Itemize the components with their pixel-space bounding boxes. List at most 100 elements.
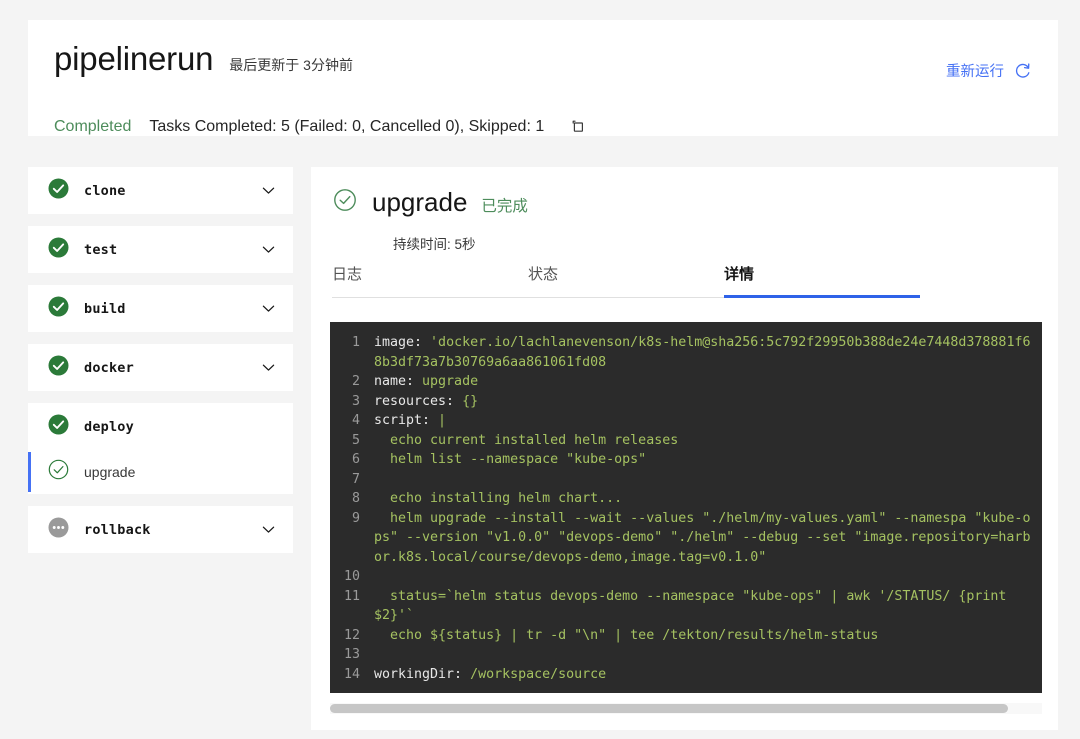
- task-card-clone: clone: [28, 167, 293, 214]
- code-line: 13: [330, 645, 1042, 665]
- code-line-number: 2: [330, 372, 374, 392]
- yaml-code-block[interactable]: 1image: 'docker.io/lachlanevenson/k8s-he…: [330, 322, 1042, 693]
- sidebar-item-label: docker: [84, 360, 134, 376]
- code-line-number: 5: [330, 431, 374, 451]
- sidebar-item-clone[interactable]: clone: [28, 167, 293, 214]
- code-line: 7: [330, 470, 1042, 490]
- code-line-text: script: |: [374, 411, 1042, 431]
- check-filled-icon: [48, 237, 69, 263]
- code-line-text: echo current installed helm releases: [374, 431, 1042, 451]
- sidebar-item-rollback[interactable]: rollback: [28, 506, 293, 553]
- code-hscrollbar-track[interactable]: [330, 703, 1042, 714]
- yaml-key: script:: [374, 413, 430, 428]
- check-filled-icon: [48, 414, 69, 440]
- rerun-button[interactable]: 重新运行: [946, 60, 1032, 81]
- sidebar-item-build[interactable]: build: [28, 285, 293, 332]
- sidebar-item-deploy[interactable]: deploy: [28, 403, 293, 450]
- sidebar-subitem-label: upgrade: [84, 464, 135, 480]
- code-line: 8 echo installing helm chart...: [330, 489, 1042, 509]
- detail-state-text: 已完成: [481, 194, 528, 216]
- code-line-number: 8: [330, 489, 374, 509]
- refresh-icon: [1013, 61, 1032, 80]
- detail-title: upgrade: [372, 187, 467, 218]
- detail-header: upgrade 已完成: [332, 187, 528, 218]
- code-line: 9 helm upgrade --install --wait --values…: [330, 509, 1042, 568]
- check-filled-icon: [48, 355, 69, 381]
- copy-icon[interactable]: [568, 118, 586, 136]
- code-line: 12 echo ${status} | tr -d "\n" | tee /te…: [330, 626, 1042, 646]
- code-line-text: status=`helm status devops-demo --namesp…: [374, 587, 1042, 626]
- sidebar-item-label: deploy: [84, 419, 134, 435]
- page-title: pipelinerun: [54, 42, 213, 75]
- code-line: 1image: 'docker.io/lachlanevenson/k8s-he…: [330, 333, 1042, 372]
- pipelinerun-header-card: pipelinerun 最后更新于 3分钟前 重新运行 Completed Ta…: [28, 20, 1058, 136]
- code-line-text: workingDir: /workspace/source: [374, 665, 1042, 685]
- yaml-key: image:: [374, 335, 422, 350]
- code-line: 10: [330, 567, 1042, 587]
- sidebar-item-label: rollback: [84, 522, 151, 538]
- tasks-summary-text: Tasks Completed: 5 (Failed: 0, Cancelled…: [149, 118, 544, 136]
- detail-tabs: 日志状态详情: [332, 263, 920, 298]
- header-status-row: Completed Tasks Completed: 5 (Failed: 0,…: [54, 118, 586, 136]
- tab-状态[interactable]: 状态: [528, 263, 724, 297]
- sidebar-item-test[interactable]: test: [28, 226, 293, 273]
- chevron-down-icon[interactable]: [260, 300, 277, 317]
- task-card-docker: docker: [28, 344, 293, 391]
- check-filled-icon: [48, 296, 69, 322]
- tab-日志[interactable]: 日志: [332, 263, 528, 297]
- tab-详情[interactable]: 详情: [724, 263, 920, 297]
- task-card-rollback: rollback: [28, 506, 293, 553]
- task-card-deploy: deploy upgrade: [28, 403, 293, 494]
- code-line-text: echo ${status} | tr -d "\n" | tee /tekto…: [374, 626, 1042, 646]
- sidebar-subitem-upgrade[interactable]: upgrade: [28, 450, 293, 494]
- chevron-down-icon[interactable]: [260, 241, 277, 258]
- code-line-number: 14: [330, 665, 374, 685]
- code-line: 6 helm list --namespace "kube-ops": [330, 450, 1042, 470]
- code-line-text: resources: {}: [374, 392, 1042, 412]
- task-list-sidebar: clone test build docker deploy upgrade rollbac…: [28, 167, 293, 565]
- code-line-number: 7: [330, 470, 374, 490]
- task-card-test: test: [28, 226, 293, 273]
- code-line: 14workingDir: /workspace/source: [330, 665, 1042, 685]
- task-detail-panel: upgrade 已完成 持续时间: 5秒 日志状态详情 1image: 'doc…: [311, 167, 1058, 730]
- code-line: 2name: upgrade: [330, 372, 1042, 392]
- code-line-text: echo installing helm chart...: [374, 489, 1042, 509]
- code-line-text: helm list --namespace "kube-ops": [374, 450, 1042, 470]
- code-line: 4script: |: [330, 411, 1042, 431]
- code-line-number: 12: [330, 626, 374, 646]
- code-line-text: name: upgrade: [374, 372, 1042, 392]
- status-badge: Completed: [54, 118, 131, 136]
- code-line-number: 3: [330, 392, 374, 412]
- check-filled-icon: [48, 178, 69, 204]
- code-line-number: 13: [330, 645, 374, 665]
- detail-duration-text: 持续时间: 5秒: [393, 233, 476, 253]
- code-line: 3resources: {}: [330, 392, 1042, 412]
- code-line: 11 status=`helm status devops-demo --nam…: [330, 587, 1042, 626]
- rerun-label: 重新运行: [946, 60, 1004, 81]
- code-line-text: helm upgrade --install --wait --values "…: [374, 509, 1042, 568]
- sidebar-item-label: clone: [84, 183, 126, 199]
- code-hscrollbar-thumb[interactable]: [330, 704, 1008, 713]
- code-line-number: 6: [330, 450, 374, 470]
- last-updated-text: 最后更新于 3分钟前: [229, 55, 353, 75]
- code-line-text: [374, 470, 1042, 490]
- code-line: 5 echo current installed helm releases: [330, 431, 1042, 451]
- code-line-number: 9: [330, 509, 374, 568]
- sidebar-item-label: build: [84, 301, 126, 317]
- chevron-down-icon[interactable]: [260, 182, 277, 199]
- code-line-text: [374, 645, 1042, 665]
- sidebar-item-docker[interactable]: docker: [28, 344, 293, 391]
- sidebar-item-label: test: [84, 242, 117, 258]
- yaml-key: resources:: [374, 394, 454, 409]
- code-line-text: [374, 567, 1042, 587]
- chevron-down-icon[interactable]: [260, 521, 277, 538]
- check-outline-icon: [332, 187, 358, 218]
- check-outline-icon: [48, 459, 69, 485]
- code-line-number: 11: [330, 587, 374, 626]
- header-title-row: pipelinerun 最后更新于 3分钟前: [54, 42, 353, 75]
- code-line-number: 10: [330, 567, 374, 587]
- chevron-down-icon[interactable]: [260, 359, 277, 376]
- code-line-number: 4: [330, 411, 374, 431]
- skipped-icon: [48, 517, 69, 543]
- task-card-build: build: [28, 285, 293, 332]
